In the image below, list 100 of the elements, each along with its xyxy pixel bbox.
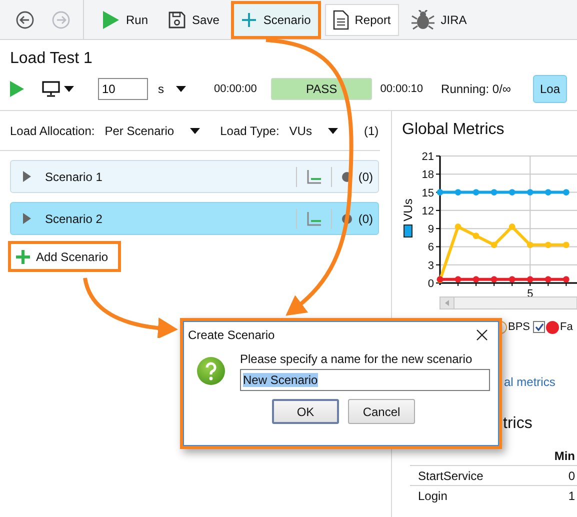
monitor-dropdown[interactable] [42, 81, 74, 97]
caret-icon [176, 86, 186, 92]
data-point [472, 276, 480, 283]
play-icon [10, 81, 24, 97]
remaining-time: 00:00:10 [380, 83, 424, 95]
forward-icon [52, 10, 70, 28]
running-count: Running: 0/∞ [441, 82, 511, 96]
chart-button[interactable] [307, 212, 322, 226]
caret-icon [190, 128, 200, 134]
data-point [490, 242, 498, 248]
add-scenario-button[interactable]: Add Scenario [8, 241, 122, 272]
bug-icon [410, 10, 435, 30]
unit-dropdown[interactable]: s [158, 82, 186, 96]
scrollbar[interactable] [440, 296, 577, 310]
data-point [508, 189, 516, 196]
y-tick-label: 18 [422, 169, 434, 182]
chart-button[interactable] [307, 170, 322, 184]
scenario-count: (0) [358, 170, 373, 184]
plus-icon [16, 250, 30, 264]
data-point [436, 189, 444, 196]
load-allocation-label: Load Allocation: [10, 124, 95, 138]
load-type-label: Load Type: [220, 124, 280, 138]
data-point [544, 276, 552, 283]
y-tick-label: 21 [422, 151, 434, 163]
add-scenario-button[interactable]: Scenario [231, 0, 321, 38]
data-point [454, 224, 462, 230]
status-count: (1) [364, 124, 379, 138]
load-type-dropdown[interactable]: VUs [289, 124, 338, 138]
expand-triangle-icon [23, 213, 31, 224]
data-point [526, 242, 534, 248]
legend-swatch [404, 224, 412, 238]
column-header: Min [534, 447, 577, 466]
y-tick-label: 6 [428, 242, 434, 254]
jira-button[interactable]: JIRA [402, 4, 475, 36]
plus-icon [241, 12, 258, 28]
expand-triangle-icon [23, 171, 31, 182]
data-point [562, 242, 570, 248]
y-axis-label: VUs [401, 198, 415, 222]
report-button[interactable]: Report [324, 4, 399, 36]
data-point [562, 276, 570, 283]
legend-checkbox[interactable] [533, 321, 546, 333]
data-point [526, 276, 534, 283]
close-icon [476, 329, 488, 341]
chart-axes-icon [307, 212, 322, 226]
data-point [526, 189, 534, 196]
ok-button[interactable]: OK [272, 399, 339, 424]
dialog-title: Create Scenario [188, 328, 275, 342]
check-icon [534, 323, 544, 331]
data-point [436, 276, 444, 283]
load-allocation-dropdown[interactable]: Per Scenario [104, 124, 200, 138]
data-point [544, 189, 552, 196]
y-tick-label: 3 [428, 260, 434, 272]
load-button[interactable]: Loa [532, 75, 567, 103]
expand-button[interactable] [23, 171, 31, 182]
data-point [544, 242, 552, 248]
table-cell: 0 [534, 466, 577, 486]
cancel-button[interactable]: Cancel [348, 399, 415, 424]
metrics-link[interactable]: al metrics [504, 375, 577, 389]
data-point [472, 232, 480, 240]
test-title: Load Test 1 [10, 50, 94, 68]
document-icon [332, 10, 349, 30]
scenario-name: Scenario 2 [45, 212, 104, 226]
table-cell: StartService [410, 466, 535, 486]
y-tick-label: 12 [422, 205, 434, 218]
close-button[interactable] [476, 329, 488, 341]
back-icon [16, 10, 34, 28]
chart-axes-icon [307, 170, 322, 184]
scenario-name: Scenario 1 [45, 170, 104, 184]
caret-icon [64, 86, 74, 92]
data-point [508, 224, 516, 230]
duration-field[interactable]: 10 [98, 78, 148, 100]
caret-icon [328, 128, 338, 134]
scenario-count: (0) [358, 212, 373, 226]
data-point [454, 189, 462, 196]
section-title: trics [503, 415, 534, 433]
table-cell: Login [410, 486, 535, 505]
panel-title: Global Metrics [402, 121, 506, 139]
data-point [562, 189, 570, 196]
monitor-icon [42, 81, 60, 97]
elapsed-time: 00:00:00 [214, 83, 257, 95]
name-field[interactable]: New Scenario [240, 369, 490, 391]
data-point [472, 189, 480, 196]
status-dot-icon [342, 214, 352, 224]
table-cell: 1 [534, 486, 577, 505]
data-point [508, 276, 516, 283]
expand-button[interactable] [23, 213, 31, 224]
start-button[interactable] [10, 81, 24, 97]
question-icon [196, 356, 226, 386]
legend-label: BPS [508, 321, 530, 333]
data-point [490, 189, 498, 196]
y-tick-label: 0 [428, 278, 434, 290]
scenario-row[interactable]: Scenario 2 (0) [10, 202, 379, 235]
run-button[interactable]: Run [94, 4, 156, 36]
data-point [454, 276, 462, 283]
legend-label: Fa [560, 321, 573, 333]
data-point [490, 276, 498, 283]
scenario-row[interactable]: Scenario 1 (0) [10, 160, 379, 193]
dialog-message: Please specify a name for the new scenario [240, 352, 474, 366]
save-button[interactable]: Save [160, 4, 228, 36]
y-tick-label: 9 [428, 224, 434, 236]
